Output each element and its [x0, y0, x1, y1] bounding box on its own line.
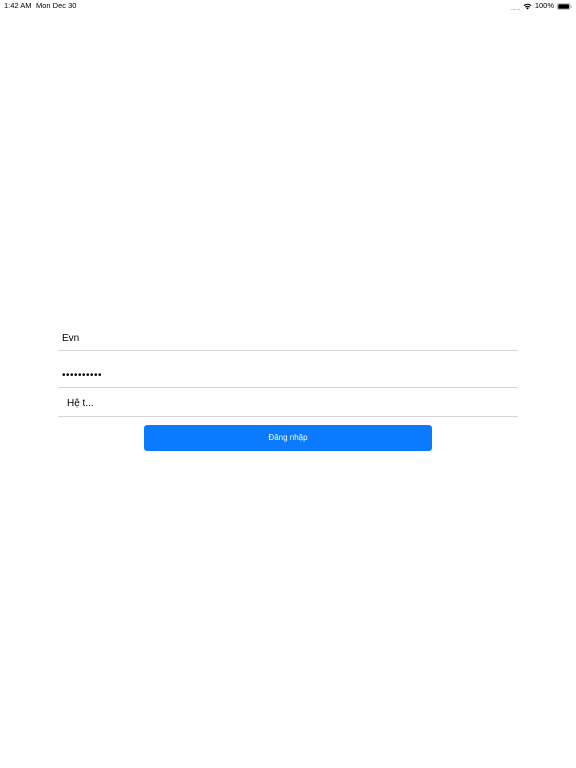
wifi-icon: [523, 3, 532, 9]
password-value: ••••••••••: [62, 370, 103, 381]
battery-percent: 100%: [534, 1, 554, 10]
system-value: Hệ t...: [67, 398, 94, 409]
login-screen: 1:42 AM Mon Dec 30 100% Evn •••••••••• H…: [0, 0, 576, 768]
status-indicators: 100%: [510, 0, 572, 12]
login-button[interactable]: Đăng nhập: [144, 425, 432, 451]
login-button-label: Đăng nhập: [268, 433, 308, 442]
password-field[interactable]: ••••••••••: [58, 364, 518, 388]
status-date: Mon Dec 30: [36, 1, 77, 10]
system-select-field[interactable]: Hệ t...: [58, 392, 518, 417]
username-field[interactable]: Evn: [58, 328, 518, 351]
status-time: 1:42 AM: [4, 1, 32, 10]
battery-icon: [557, 2, 572, 10]
status-bar: 1:42 AM Mon Dec 30 100%: [0, 0, 576, 12]
username-value: Evn: [62, 333, 80, 344]
signal-dots-icon: [510, 4, 520, 10]
